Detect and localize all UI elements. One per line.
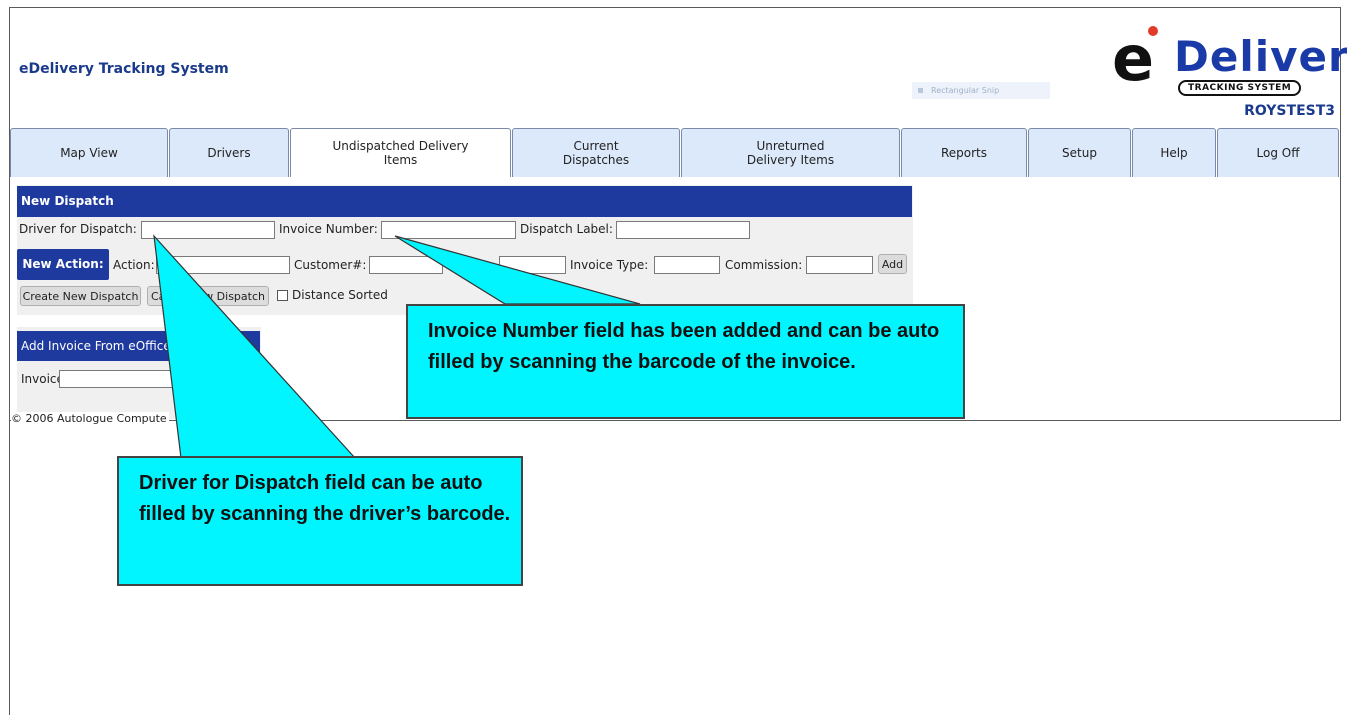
tab-reports[interactable]: Reports — [901, 128, 1027, 177]
tab-help[interactable]: Help — [1132, 128, 1216, 177]
tab-setup[interactable]: Setup — [1028, 128, 1131, 177]
driver-dispatch-callout: Driver for Dispatch field can be auto fi… — [117, 456, 523, 586]
tab-log-off[interactable]: Log Off — [1217, 128, 1339, 177]
edelivery-logo: e Delivery TRACKING SYSTEM — [1112, 22, 1347, 98]
dispatch-label-label: Dispatch Label: — [520, 222, 613, 236]
tab-unreturned-delivery-items[interactable]: Unreturned Delivery Items — [681, 128, 900, 177]
invoice-type-input[interactable] — [654, 256, 720, 274]
driver-for-dispatch-input[interactable] — [141, 221, 275, 239]
add-action-button[interactable]: Add — [878, 254, 907, 274]
dispatch-label-input[interactable] — [616, 221, 750, 239]
distance-sorted-checkbox[interactable] — [277, 290, 288, 301]
eoffice-invoice-input[interactable] — [59, 370, 179, 388]
invoice-number-input[interactable] — [381, 221, 516, 239]
tab-undispatched-delivery-items[interactable]: Undispatched Delivery Items — [290, 128, 511, 177]
action-input[interactable] — [156, 256, 290, 274]
driver-for-dispatch-label: Driver for Dispatch: — [19, 222, 137, 236]
logo-dot-icon — [1148, 26, 1158, 36]
customer-input[interactable] — [369, 256, 443, 274]
user-name: ROYSTEST3 — [1244, 103, 1335, 119]
cancel-button-label-start: Ca — [151, 289, 166, 303]
app-title: eDelivery Tracking System — [19, 61, 229, 77]
commission-input[interactable] — [806, 256, 873, 274]
commission-label: Commission: — [725, 258, 803, 272]
action-label: Action: — [113, 258, 155, 272]
snip-label: Rectangular Snip — [931, 86, 1000, 95]
logo-tagline: TRACKING SYSTEM — [1178, 80, 1302, 96]
customer-label: Customer#: — [294, 258, 367, 272]
create-new-dispatch-button[interactable]: Create New Dispatch — [20, 286, 141, 306]
new-action-header: New Action: — [17, 249, 109, 280]
copyright-text: © 2006 Autologue Compute — [11, 412, 169, 425]
main-tabs: Map View Drivers Undispatched Delivery I… — [10, 128, 1339, 177]
new-dispatch-header: New Dispatch — [17, 186, 912, 217]
invoice-number-label: Invoice Number: — [279, 222, 378, 236]
logo-letter: e — [1112, 22, 1155, 95]
eoffice-add-button[interactable]: dd — [222, 369, 255, 389]
rectangular-snip-widget[interactable]: Rectangular Snip — [912, 82, 1050, 99]
hidden-field-input[interactable] — [499, 256, 566, 274]
cancel-button-label-end: New Dispatch — [189, 289, 265, 303]
tab-map-view[interactable]: Map View — [10, 128, 168, 177]
cancel-new-dispatch-button[interactable]: Ca New Dispatch — [147, 286, 269, 306]
invoice-type-label: Invoice Type: — [570, 258, 649, 272]
distance-sorted-label: Distance Sorted — [292, 288, 388, 302]
snip-icon — [918, 88, 923, 93]
eoffice-header: Add Invoice From eOffice — [17, 331, 260, 361]
tab-drivers[interactable]: Drivers — [169, 128, 289, 177]
window-left-border — [9, 7, 10, 715]
logo-word: Delivery — [1174, 32, 1347, 81]
invoice-number-callout: Invoice Number field has been added and … — [406, 304, 965, 419]
tab-current-dispatches[interactable]: Current Dispatches — [512, 128, 680, 177]
